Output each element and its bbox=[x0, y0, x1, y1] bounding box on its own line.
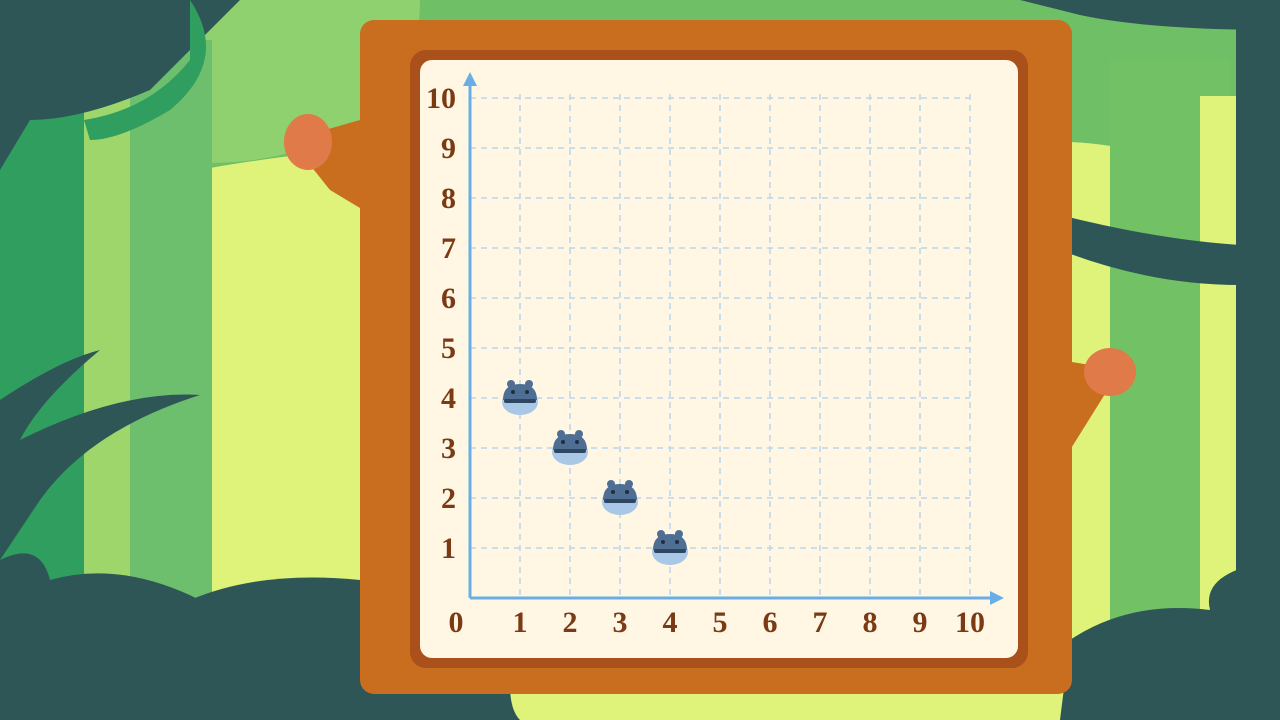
hippo-eye bbox=[661, 540, 665, 544]
x-tick-label: 4 bbox=[663, 606, 678, 639]
hippo-eye bbox=[611, 490, 615, 494]
y-tick-label: 2 bbox=[441, 482, 456, 515]
y-tick-label: 10 bbox=[426, 82, 456, 115]
hippo-mouth bbox=[504, 399, 536, 403]
wooden-frame bbox=[284, 20, 1136, 694]
y-tick-label: 9 bbox=[441, 132, 456, 165]
x-tick-label: 0 bbox=[449, 606, 464, 639]
y-tick-label: 1 bbox=[441, 532, 456, 565]
hippo-eye bbox=[575, 440, 579, 444]
hippo-icon bbox=[602, 480, 638, 515]
hippo-mouth bbox=[604, 499, 636, 503]
x-tick-label: 6 bbox=[763, 606, 778, 639]
y-tick-label: 5 bbox=[441, 332, 456, 365]
hippo-icon bbox=[502, 380, 538, 415]
forest-scene: 0 1 2 3 4 5 6 7 8 9 10 1 2 3 4 5 6 7 8 9 10 bbox=[0, 0, 1280, 720]
hippo-mouth bbox=[554, 449, 586, 453]
x-tick-label: 2 bbox=[563, 606, 578, 639]
x-tick-label: 3 bbox=[613, 606, 628, 639]
y-tick-label: 4 bbox=[441, 382, 456, 415]
x-tick-label: 8 bbox=[863, 606, 878, 639]
hippo-eye bbox=[675, 540, 679, 544]
hippo-eye bbox=[511, 390, 515, 394]
hippo-eye bbox=[525, 390, 529, 394]
hippo-eye bbox=[561, 440, 565, 444]
y-tick-label: 6 bbox=[441, 282, 456, 315]
hippo-eye bbox=[625, 490, 629, 494]
x-tick-label: 1 bbox=[513, 606, 528, 639]
x-tick-label: 10 bbox=[955, 606, 985, 639]
hippo-icon bbox=[552, 430, 588, 465]
y-tick-label: 8 bbox=[441, 182, 456, 215]
y-tick-label: 7 bbox=[441, 232, 456, 265]
hippo-icon bbox=[652, 530, 688, 565]
x-tick-label: 5 bbox=[713, 606, 728, 639]
y-tick-label: 3 bbox=[441, 432, 456, 465]
x-tick-label: 7 bbox=[813, 606, 828, 639]
x-tick-label: 9 bbox=[913, 606, 928, 639]
hippo-mouth bbox=[654, 549, 686, 553]
